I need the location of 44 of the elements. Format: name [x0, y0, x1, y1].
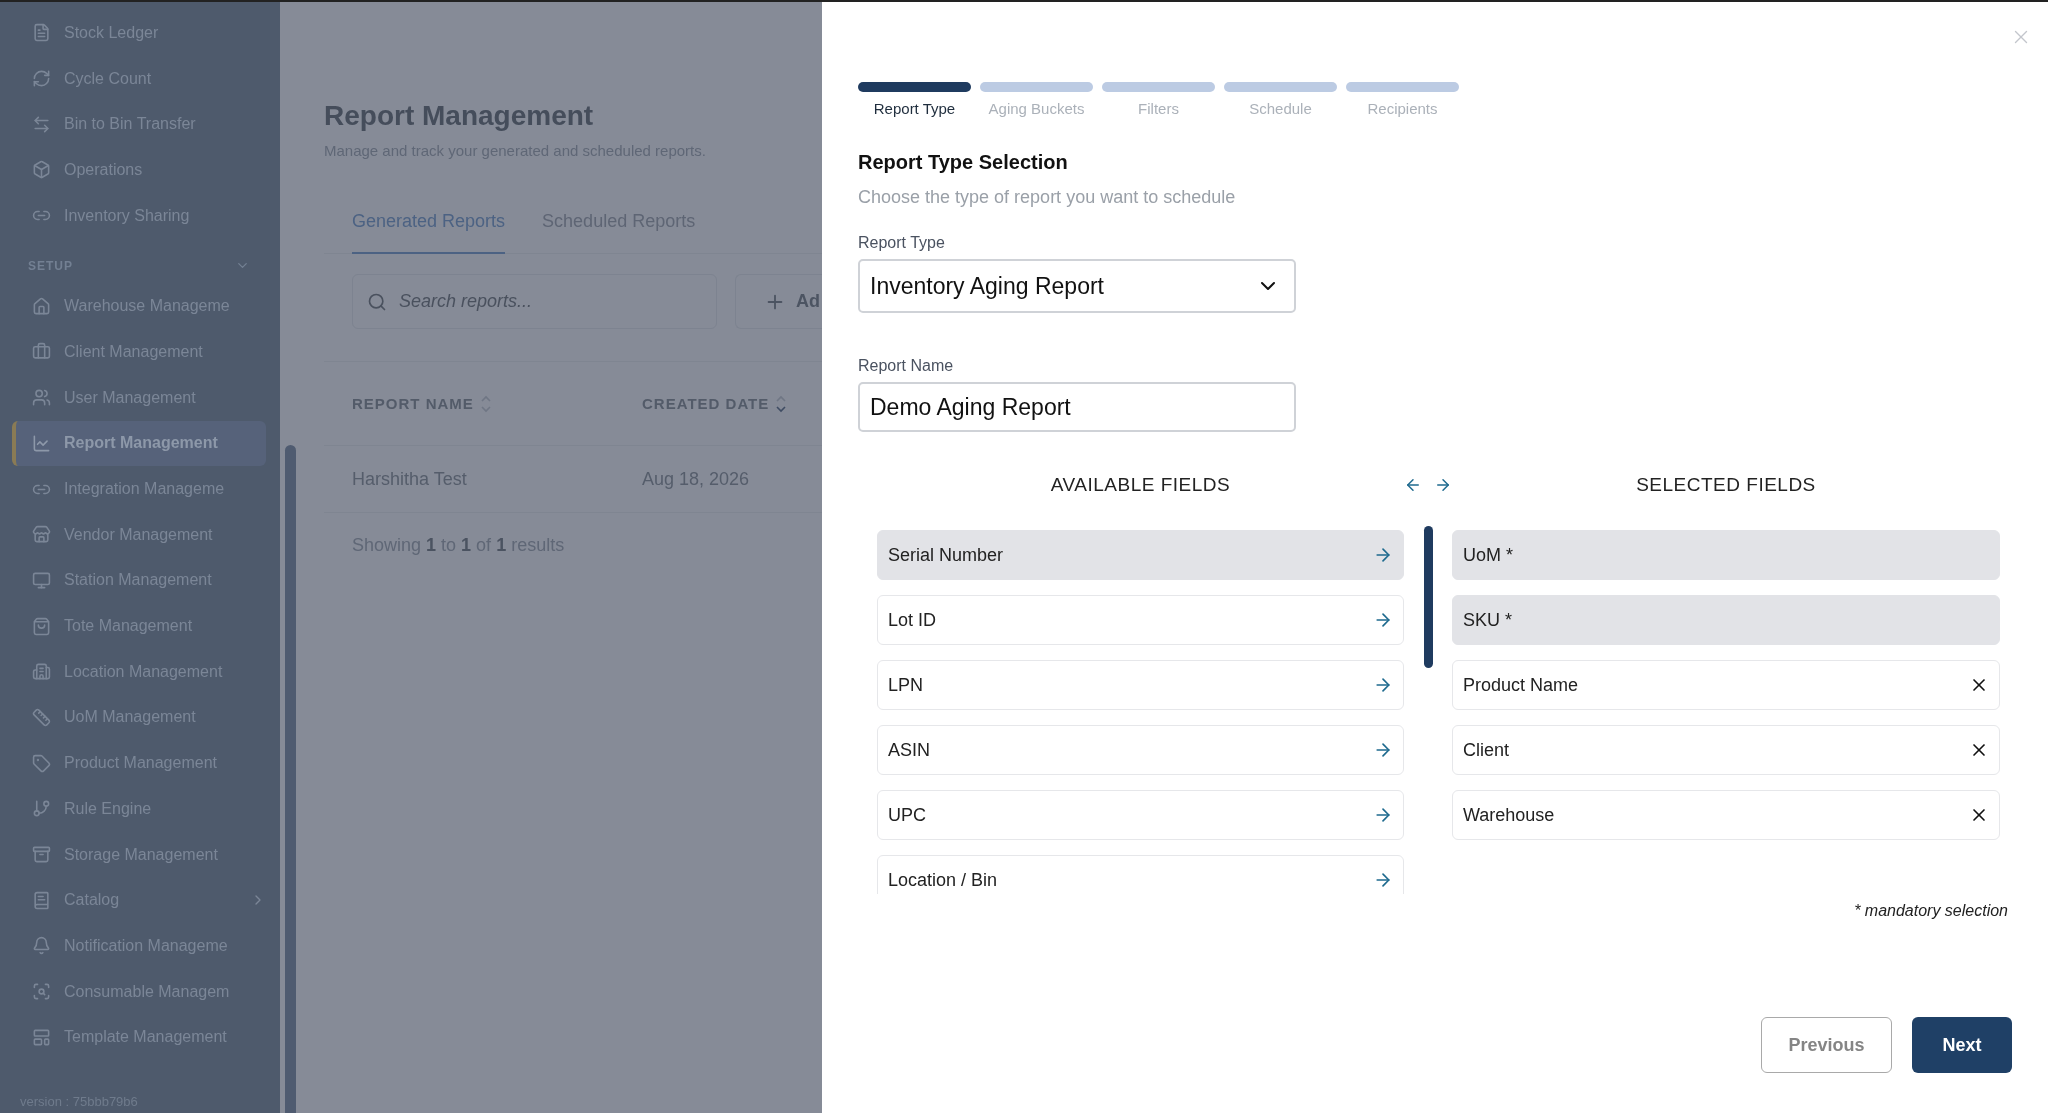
- step-label[interactable]: Schedule: [1249, 100, 1312, 117]
- step-label[interactable]: Filters: [1138, 100, 1179, 117]
- step-label[interactable]: Report Type: [873, 100, 956, 117]
- field-row[interactable]: Warehouse: [1452, 790, 2000, 840]
- field-row[interactable]: Product Name: [1452, 660, 2000, 710]
- search-field[interactable]: Search reports...: [352, 274, 717, 329]
- previous-button[interactable]: Previous: [1761, 1017, 1892, 1073]
- field-row[interactable]: Lot ID: [877, 595, 1404, 645]
- tab[interactable]: Generated Reports: [352, 211, 506, 254]
- field-name: Warehouse: [1463, 804, 1555, 826]
- field-row[interactable]: UoM *: [1452, 530, 2000, 580]
- section-title: Report Type Selection: [858, 151, 1069, 174]
- field-row[interactable]: ASIN: [877, 725, 1404, 775]
- field-name: LPN: [888, 674, 923, 696]
- column-title: SELECTED FIELDS: [1635, 474, 1817, 497]
- field-name: Client: [1463, 739, 1510, 761]
- field-label: Report Name: [858, 357, 955, 375]
- field-name: Product Name: [1463, 674, 1579, 696]
- field-row[interactable]: Serial Number: [877, 530, 1404, 580]
- field-label: Report Type: [858, 234, 946, 252]
- field-row[interactable]: UPC: [877, 790, 1404, 840]
- field-name: Location / Bin: [888, 869, 998, 891]
- next-button[interactable]: Next: [1912, 1017, 2012, 1073]
- report-type-select[interactable]: Inventory Aging Report: [858, 259, 1296, 313]
- select-value: Inventory Aging Report: [870, 272, 1104, 300]
- step-label[interactable]: Aging Buckets: [988, 100, 1085, 117]
- field-name: SKU *: [1463, 609, 1513, 631]
- field-name: UoM *: [1463, 544, 1513, 566]
- column-title: AVAILABLE FIELDS: [1049, 474, 1232, 497]
- field-row[interactable]: Location / Bin: [877, 855, 1404, 894]
- mandatory-note: * mandatory selection: [1853, 902, 2009, 920]
- report-name-field[interactable]: Demo Aging Report: [858, 382, 1296, 432]
- field-name: Serial Number: [888, 544, 1004, 566]
- field-row[interactable]: Client: [1452, 725, 2000, 775]
- field-name: ASIN: [888, 739, 930, 761]
- section-subtitle: Choose the type of report you want to schedule: [858, 187, 1237, 208]
- field-row[interactable]: LPN: [877, 660, 1404, 710]
- page-title: Report Management: [324, 100, 595, 132]
- step-label[interactable]: Recipients: [1367, 100, 1438, 117]
- field-name: UPC: [888, 804, 926, 826]
- field-row[interactable]: SKU *: [1452, 595, 2000, 645]
- add-button-label: Ad: [796, 291, 820, 312]
- search-placeholder: Search reports...: [399, 291, 533, 312]
- field-name: Lot ID: [888, 609, 937, 631]
